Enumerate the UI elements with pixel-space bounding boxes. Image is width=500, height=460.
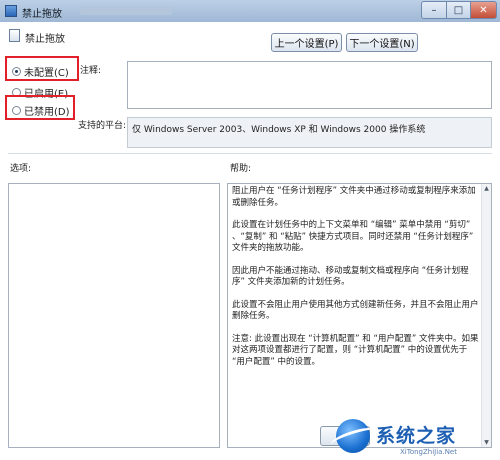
window-title: 禁止拖放	[22, 9, 62, 20]
help-paragraph: 因此用户不能通过拖动、移动或复制文档或程序向 “任务计划程序” 文件夹添加新的计…	[232, 265, 469, 288]
policy-name: 禁止拖放	[25, 34, 65, 45]
minimize-button[interactable]: –	[421, 1, 447, 19]
close-button[interactable]: ✕	[471, 1, 497, 19]
options-label: 选项:	[10, 164, 32, 174]
next-setting-button[interactable]: 下一个设置(N)	[346, 33, 418, 52]
help-paragraph: 此设置不会阻止用户使用其他方式创建新任务，并且不会阻止用户删除任务。	[232, 299, 479, 322]
watermark-url: XiTongZhiJia.Net	[400, 448, 457, 456]
highlight-disabled	[5, 95, 75, 120]
help-scrollbar[interactable]: ▲ ▼	[481, 184, 491, 447]
comment-field[interactable]	[127, 61, 492, 109]
previous-setting-button[interactable]: 上一个设置(P)	[271, 33, 342, 52]
site-watermark: 系统之家 XiTongZhiJia.Net	[329, 415, 500, 460]
supported-platform-value: 仅 Windows Server 2003、Windows XP 和 Windo…	[132, 125, 426, 135]
watermark-text: 系统之家	[376, 425, 457, 447]
policy-app-icon	[5, 5, 17, 17]
help-text: 阻止用户在 “任务计划程序” 文件夹中通过移动或复制程序来添加或删除任务。 此设…	[232, 186, 480, 379]
title-bar: 禁止拖放 – □ ✕	[0, 0, 500, 23]
scroll-up-arrow-icon[interactable]: ▲	[482, 184, 491, 193]
help-paragraph: 此设置在计划任务中的上下文菜单和 “编辑” 菜单中禁用 “剪切” 、“复制” 和…	[232, 220, 474, 253]
options-panel	[8, 183, 220, 448]
highlight-not-configured	[5, 56, 79, 81]
help-paragraph: 注意: 此设置出现在 “计算机配置” 和 “用户配置” 文件夹中。如果对这两项设…	[232, 333, 479, 367]
help-panel[interactable]: 阻止用户在 “任务计划程序” 文件夹中通过移动或复制程序来添加或删除任务。 此设…	[227, 183, 492, 448]
supported-platform-label: 支持的平台:	[78, 121, 127, 131]
policy-setting-icon	[9, 29, 20, 42]
maximize-button[interactable]: □	[447, 1, 471, 19]
help-paragraph: 阻止用户在 “任务计划程序” 文件夹中通过移动或复制程序来添加或删除任务。	[232, 186, 476, 208]
comment-label: 注释:	[80, 66, 102, 76]
help-label: 帮助:	[230, 164, 252, 174]
blurred-title-area	[80, 6, 172, 15]
section-divider	[8, 153, 492, 154]
supported-platform-field: 仅 Windows Server 2003、Windows XP 和 Windo…	[127, 117, 492, 148]
